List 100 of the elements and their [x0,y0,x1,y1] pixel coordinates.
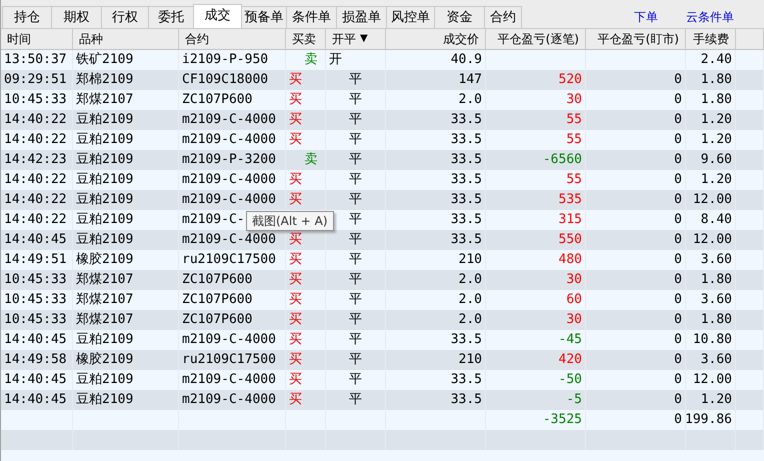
table-cell-text: m2109-C-4000 [182,371,276,389]
table-cell-text: 豆粕2109 [76,391,134,409]
table-cell-text: 平 [349,231,362,249]
link[interactable]: 下单 [634,8,658,26]
table-cell-text: 33.5 [450,211,482,229]
table-cell-text: 买 [289,331,302,349]
table-cell-text: 买 [289,91,302,109]
link[interactable]: 云条件单 [686,8,734,26]
table-cell-text: 12.00 [692,191,732,209]
table-cell-text: 买 [289,71,302,89]
table-cell-text: 豆粕2109 [76,191,134,209]
table-cell-text: i2109-P-950 [182,51,268,69]
column-header[interactable]: 成交价 [386,29,486,49]
table-cell-text: 10:45:33 [4,291,67,309]
table-cell-text: 买 [289,311,302,329]
column-header[interactable]: 平仓盈亏(逐笔) [486,29,586,49]
table-cell-text: 平 [349,151,362,169]
table-cell-text: 14:49:51 [4,251,67,269]
tab[interactable]: 成交 [193,4,242,28]
table-cell-text: 平 [349,391,362,409]
table-cell-text: 14:42:23 [4,151,67,169]
table-cell-text: 33.5 [450,231,482,249]
table-cell-text: 买 [289,251,302,269]
table-cell-text: 买 [289,131,302,149]
table-cell-text: ZC107P600 [182,311,252,329]
table-cell-text: 40.9 [450,51,482,69]
table-cell-text: 2.0 [458,311,482,329]
table-cell-text: 09:29:51 [4,71,67,89]
table-cell-text: 12.00 [692,371,732,389]
table-cell-text: 55 [566,131,582,149]
table-cell-text: 买 [289,351,302,369]
table-cell-text: 橡胶2109 [76,251,134,269]
column-header[interactable]: 合约 [179,29,286,49]
table-cell-text: m2109-C-4000 [182,231,276,249]
table-cell-text: 平 [349,271,362,289]
table-cell-text: m2109-C-4000 [182,331,276,349]
table-cell-text: 0 [674,291,682,309]
column-header[interactable]: 开平 ▼ [326,29,386,49]
table-cell-text: 1.20 [700,131,732,149]
table-cell-text: 10:45:33 [4,91,67,109]
table-cell-text: 郑煤2107 [76,91,134,109]
table-cell-text: 60 [566,291,582,309]
table-cell-text: 33.5 [450,191,482,209]
tab[interactable]: 持仓 [2,6,52,28]
table-cell-text: m2109-C-4000 [182,391,276,409]
table-cell-text: 0 [674,391,682,409]
table-cell-text: 210 [458,351,482,369]
table-cell-text: ru2109C17500 [182,251,276,269]
table-cell-text: 14:40:45 [4,331,67,349]
table-cell-text: ZC107P600 [182,91,252,109]
column-header[interactable]: 买卖 [286,29,326,49]
table-cell-text: 豆粕2109 [76,151,134,169]
table-cell-text: 平 [349,251,362,269]
table-cell-text: 3.60 [700,251,732,269]
table-cell-text: 480 [558,251,582,269]
table-cell-text: m2109-C-4000 [182,131,276,149]
table-cell-text: 10:45:33 [4,311,67,329]
table-cell-text: 0 [674,131,682,149]
table-cell-text: 8.40 [700,211,732,229]
table-cell-text: 33.5 [450,371,482,389]
table-cell-text: 平 [349,71,362,89]
table-cell-text: m2109-P-3200 [182,151,276,169]
table-cell-text: 315 [558,211,582,229]
table-cell-text: 199.86 [686,411,732,429]
table-cell-text: 0 [674,371,682,389]
table-cell-text: 0 [674,411,682,429]
table-cell-text: -45 [558,331,582,349]
table-cell-text: 33.5 [450,331,482,349]
table-cell-text: 买 [289,291,302,309]
table-cell-text: 橡胶2109 [76,351,134,369]
table-cell-text: 2.0 [458,291,482,309]
table-cell-text: 14:40:45 [4,231,67,249]
table-cell-text: 1.20 [700,391,732,409]
table-cell-text: 0 [674,91,682,109]
table-cell-text: m2109-C-4000 [182,171,276,189]
table-cell-text: m2109-C-4000 [182,111,276,129]
table-cell-text: 0 [674,151,682,169]
table-cell-text: 平 [349,331,362,349]
table-cell-text: 10.80 [692,331,732,349]
table-cell-text: 卖 [304,151,318,169]
table-cell-text: 郑煤2107 [76,311,134,329]
table-cell-text: 0 [674,191,682,209]
table-cell-text: 535 [558,191,582,209]
table-cell-text: 2.40 [700,51,732,69]
table-cell-text: 1.20 [700,171,732,189]
column-header[interactable]: 手续费 [686,29,736,49]
table-cell-text: 郑煤2107 [76,291,134,309]
table-cell-text: 买 [289,111,302,129]
column-header[interactable]: 时间 [1,29,73,49]
table-cell-text: 平 [349,111,362,129]
table-cell-text: 豆粕2109 [76,111,134,129]
table-cell-text: CF109C18000 [182,71,268,89]
table-cell-text: 0 [674,71,682,89]
column-header[interactable]: 平仓盈亏(盯市) [586,29,686,49]
tab[interactable]: 合约 [484,6,522,28]
table-cell-text: 14:49:58 [4,351,67,369]
table-cell-text: 30 [566,271,582,289]
column-header[interactable]: 品种 [73,29,179,49]
table-cell-text: 买 [289,231,302,249]
sort-arrow-icon: ▼ [360,29,368,49]
